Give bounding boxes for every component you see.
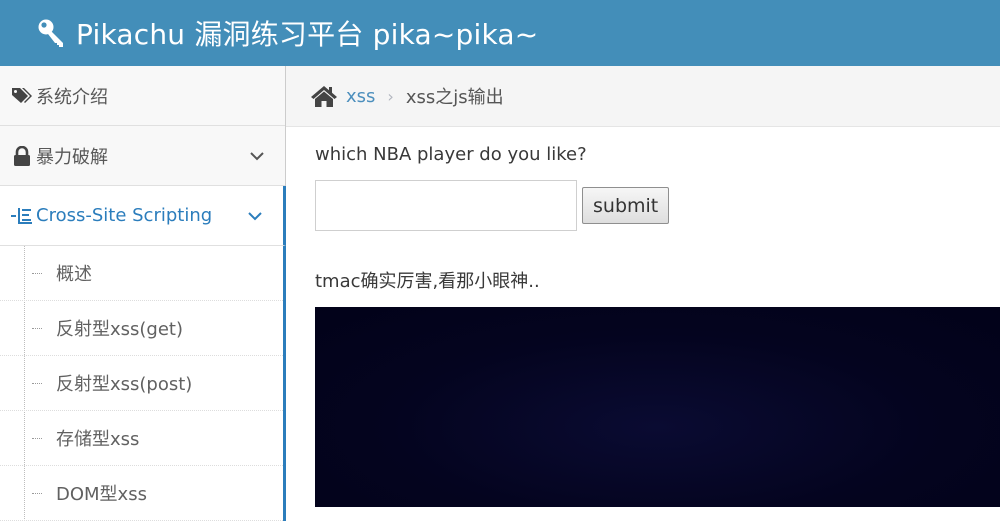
- submenu-item-label: 反射型xss(post): [56, 374, 193, 395]
- submenu-item-reflected-get[interactable]: 反射型xss(get): [0, 301, 283, 356]
- sidebar-item-intro[interactable]: 系统介绍: [0, 66, 285, 126]
- chevron-down-icon: [248, 212, 262, 221]
- tags-icon: [10, 86, 34, 106]
- result-message: tmac确实厉害,看那小眼神..: [315, 271, 540, 292]
- sidebar-item-label: 系统介绍: [36, 86, 108, 108]
- player-form: submit: [315, 180, 1000, 231]
- submenu-item-label: 反射型xss(get): [56, 319, 184, 340]
- submenu-item-dom[interactable]: DOM型xss: [0, 466, 283, 521]
- sidebar-item-label: Cross-Site Scripting: [36, 205, 213, 226]
- sidebar-item-label: 暴力破解: [36, 146, 108, 168]
- submenu-item-overview[interactable]: 概述: [0, 246, 283, 301]
- submenu-item-reflected-post[interactable]: 反射型xss(post): [0, 356, 283, 411]
- submenu-dash: [32, 438, 42, 439]
- xss-submenu: 概述 反射型xss(get) 反射型xss(post) 存储型xss DOM型x…: [0, 246, 286, 521]
- submenu-item-label: DOM型xss: [56, 484, 147, 505]
- app-title[interactable]: Pikachu 漏洞练习平台 pika~pika~: [76, 13, 538, 53]
- submenu-dash: [32, 493, 42, 494]
- lock-icon: [10, 145, 34, 166]
- submit-button[interactable]: submit: [582, 187, 670, 224]
- sidebar-item-xss[interactable]: Cross-Site Scripting: [0, 186, 286, 246]
- submenu-item-stored[interactable]: 存储型xss: [0, 411, 283, 466]
- submenu-item-label: 概述: [56, 264, 92, 285]
- sidebar-item-brute-force[interactable]: 暴力破解: [0, 126, 285, 186]
- home-icon[interactable]: [310, 84, 338, 108]
- submenu-dash: [32, 273, 42, 274]
- question-label: which NBA player do you like?: [315, 144, 587, 165]
- submenu-item-label: 存储型xss: [56, 429, 140, 450]
- main-content: which NBA player do you like? submit tma…: [286, 127, 1000, 507]
- chevron-down-icon: [250, 152, 264, 161]
- key-icon: [38, 19, 63, 47]
- player-input[interactable]: [315, 180, 577, 231]
- list-tree-icon: [10, 206, 34, 226]
- top-navbar: Pikachu 漏洞练习平台 pika~pika~: [0, 0, 1000, 66]
- sidebar: 系统介绍 暴力破解 Cross-Site Scripting 概述 反射型xss…: [0, 66, 286, 521]
- submenu-dash: [32, 328, 42, 329]
- breadcrumb-link-xss[interactable]: xss: [346, 86, 375, 107]
- breadcrumb-separator-icon: ›: [387, 86, 394, 106]
- breadcrumb-current: xss之js输出: [405, 87, 504, 108]
- breadcrumb: xss › xss之js输出: [286, 66, 1000, 127]
- submenu-dash: [32, 383, 42, 384]
- player-image: [315, 307, 1000, 507]
